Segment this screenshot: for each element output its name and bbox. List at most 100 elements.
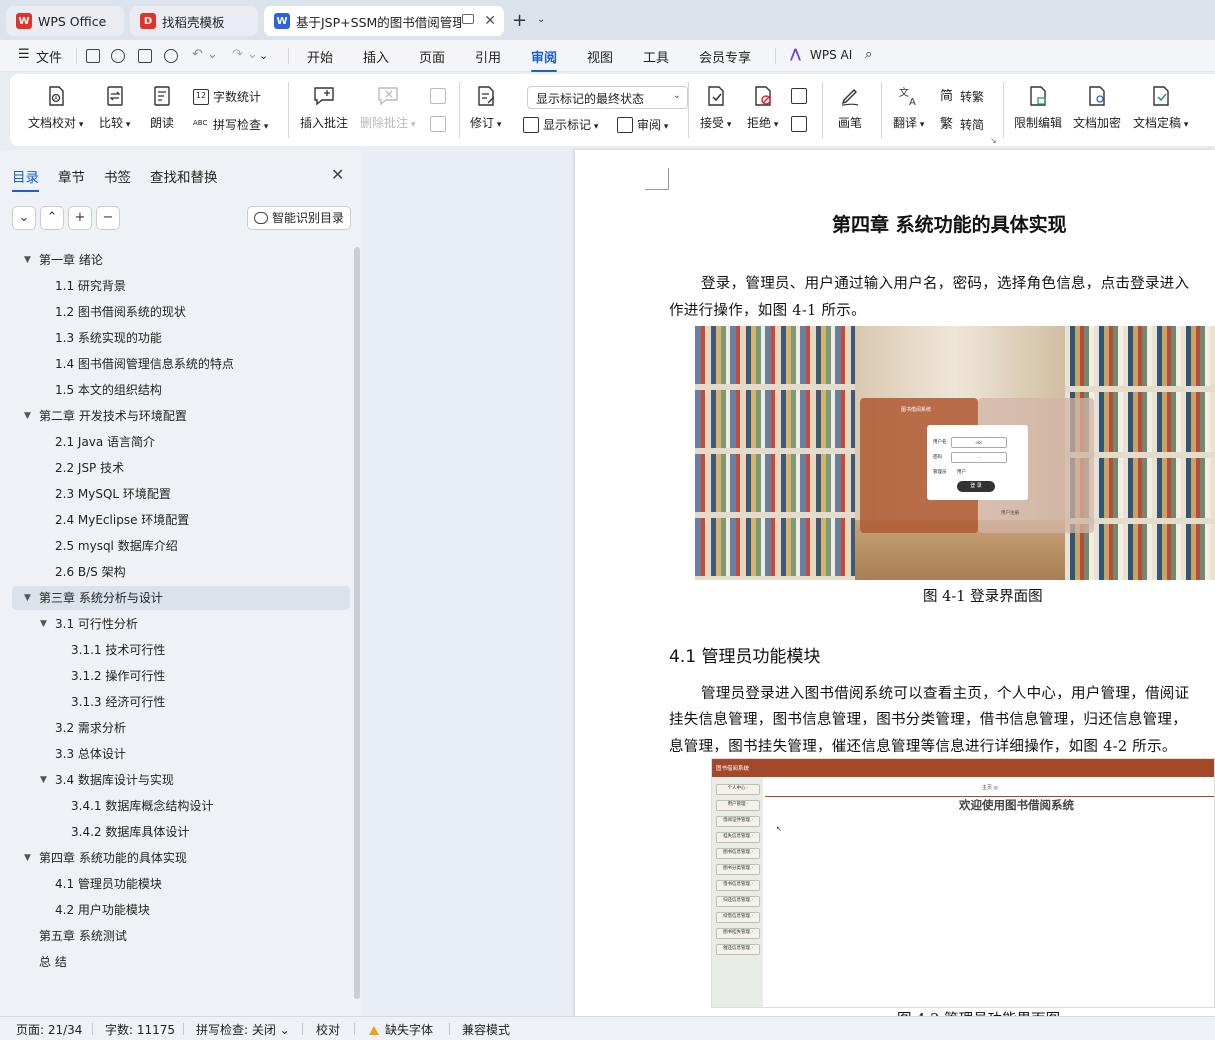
toc-item[interactable]: 4.2 用户功能模块 [12,898,350,922]
delete-comment-button[interactable]: 删除批注 [360,84,415,131]
toc-item[interactable]: 3.4.2 数据库具体设计 [12,820,350,844]
word-count-button[interactable]: 12 字数统计 [193,88,261,105]
add-level-button[interactable]: + [68,206,92,230]
spell-check-status[interactable]: 拼写检查: 关闭 ⌄ [196,1021,290,1038]
prev-comment-button[interactable] [430,88,450,104]
document-page[interactable]: 第四章 系统功能的具体实现 登录，管理员、用户通过输入用户名，密码，选择角色信息… [575,150,1215,1016]
menu-wps-ai[interactable]: WPS AI [810,48,852,62]
expand-toggle-icon[interactable]: ▼ [24,846,31,870]
close-pane-icon[interactable]: ✕ [331,165,344,184]
format-painter-icon[interactable] [111,49,125,63]
nav-tab-find-replace[interactable]: 查找和替换 [150,166,218,186]
menu-start[interactable]: 开始 [307,47,333,66]
spell-check-button[interactable]: ABC 拼写检查 [193,116,268,133]
toc-item[interactable]: 2.2 JSP 技术 [12,456,350,480]
proof-status[interactable]: 校对 [316,1021,340,1038]
toc-item[interactable]: ▼ 3.1 可行性分析 [12,612,350,636]
nav-tab-sections[interactable]: 章节 [58,166,85,186]
display-mode-select[interactable]: 显示标记的最终状态 ⌄ [527,86,688,109]
print-icon[interactable] [138,49,152,63]
word-count-status[interactable]: 字数: 11175 [105,1021,175,1038]
next-change-button[interactable] [791,116,811,132]
toc-item[interactable]: 3.1.1 技术可行性 [12,638,350,662]
menu-file[interactable]: 文件 [36,47,62,66]
read-aloud-button[interactable]: 朗读 [150,84,174,131]
scrollbar[interactable] [354,247,360,999]
prev-change-button[interactable] [791,88,811,104]
encrypt-button[interactable]: 文档加密 [1073,84,1121,131]
toc-item[interactable]: 总 结 [12,950,350,974]
page-indicator[interactable]: 页面: 21/34 [16,1021,82,1038]
expand-toggle-icon[interactable]: ▼ [40,612,47,636]
remove-level-button[interactable]: − [96,206,120,230]
toc-item[interactable]: ▼ 第一章 绪论 [12,248,350,272]
chevron-down-icon[interactable]: ⌄ [537,14,545,25]
toc-item[interactable]: ▼ 第三章 系统分析与设计 [12,586,350,610]
collapse-up-button[interactable]: ⌃ [40,206,64,230]
menu-reference[interactable]: 引用 [475,47,501,66]
toc-item[interactable]: 4.1 管理员功能模块 [12,872,350,896]
review-pane-button[interactable]: 审阅 [617,116,668,133]
undo-icon[interactable]: ↶ ⌄ [192,47,218,62]
toc-item[interactable]: 1.5 本文的组织结构 [12,378,350,402]
expand-toggle-icon[interactable]: ▼ [24,586,31,610]
toc-item[interactable]: 1.3 系统实现的功能 [12,326,350,350]
dialog-launcher-icon[interactable]: ↘ [990,136,997,145]
toc-item[interactable]: 3.1.3 经济可行性 [12,690,350,714]
toc-item[interactable]: ▼ 第四章 系统功能的具体实现 [12,846,350,870]
redo-icon[interactable]: ↷ ⌄ [232,47,258,62]
toc-item[interactable]: 2.6 B/S 架构 [12,560,350,584]
toc-item[interactable]: 3.3 总体设计 [12,742,350,766]
menu-review[interactable]: 审阅 [531,47,558,72]
translate-button[interactable]: 文A 翻译 [893,84,924,131]
smart-toc-button[interactable]: 智能识别目录 [247,206,351,230]
insert-comment-button[interactable]: 插入批注 [300,84,348,131]
show-marks-button[interactable]: 显示标记 [523,116,598,133]
menu-view[interactable]: 视图 [587,47,613,66]
toc-item[interactable]: 1.4 图书借阅管理信息系统的特点 [12,352,350,376]
print-preview-icon[interactable] [164,49,178,63]
nav-tab-bookmarks[interactable]: 书签 [104,166,131,186]
compare-button[interactable]: 比较 [99,84,130,131]
new-tab-icon[interactable]: + [512,10,527,31]
toc-item[interactable]: 2.3 MySQL 环境配置 [12,482,350,506]
toc-item[interactable]: 3.2 需求分析 [12,716,350,740]
doc-check-button[interactable]: A 文档校对 [28,84,83,131]
wps-ai-icon[interactable]: ⋀ [790,47,801,62]
finalize-button[interactable]: 文档定稿 [1133,84,1188,131]
search-icon[interactable]: ⌕ [865,47,872,62]
next-comment-button[interactable] [430,116,450,132]
toc-item[interactable]: 3.4.1 数据库概念结构设计 [12,794,350,818]
toc-item[interactable]: 1.2 图书借阅系统的现状 [12,300,350,324]
menu-tools[interactable]: 工具 [643,47,669,66]
menu-page[interactable]: 页面 [419,47,445,66]
save-icon[interactable] [86,49,100,63]
monitor-icon[interactable] [462,14,474,24]
toc-item[interactable]: 第五章 系统测试 [12,924,350,948]
more-chevron-icon[interactable]: ⌄ [259,49,268,62]
pen-button[interactable]: 画笔 [838,84,862,131]
to-simplified-button[interactable]: 繁 转简 [940,116,984,133]
close-tab-icon[interactable]: ✕ [484,13,496,29]
nav-tab-toc[interactable]: 目录 [12,166,39,192]
toc-item[interactable]: 3.1.2 操作可行性 [12,664,350,688]
toc-item[interactable]: 2.4 MyEclipse 环境配置 [12,508,350,532]
expand-down-button[interactable]: ⌄ [12,206,36,230]
expand-toggle-icon[interactable]: ▼ [24,404,31,428]
revise-button[interactable]: 修订 [470,84,501,131]
toc-item[interactable]: 1.1 研究背景 [12,274,350,298]
toc-item[interactable]: ▼ 3.4 数据库设计与实现 [12,768,350,792]
menu-insert[interactable]: 插入 [363,47,389,66]
hamburger-icon[interactable]: ☰ [18,47,30,62]
tab-wps-office[interactable]: W WPS Office [6,6,124,36]
expand-toggle-icon[interactable]: ▼ [24,248,31,272]
accept-button[interactable]: 接受 [700,84,731,131]
toc-item[interactable]: ▼ 第二章 开发技术与环境配置 [12,404,350,428]
toc-item[interactable]: 2.1 Java 语言简介 [12,430,350,454]
restrict-edit-button[interactable]: 限制编辑 [1014,84,1062,131]
reject-button[interactable]: 拒绝 [747,84,778,131]
toc-item[interactable]: 2.5 mysql 数据库介绍 [12,534,350,558]
tab-document[interactable]: W 基于JSP+SSM的图书借阅管理 ✕ [264,6,504,36]
menu-member[interactable]: 会员专享 [699,47,751,66]
missing-font-status[interactable]: 缺失字体 [369,1021,433,1038]
